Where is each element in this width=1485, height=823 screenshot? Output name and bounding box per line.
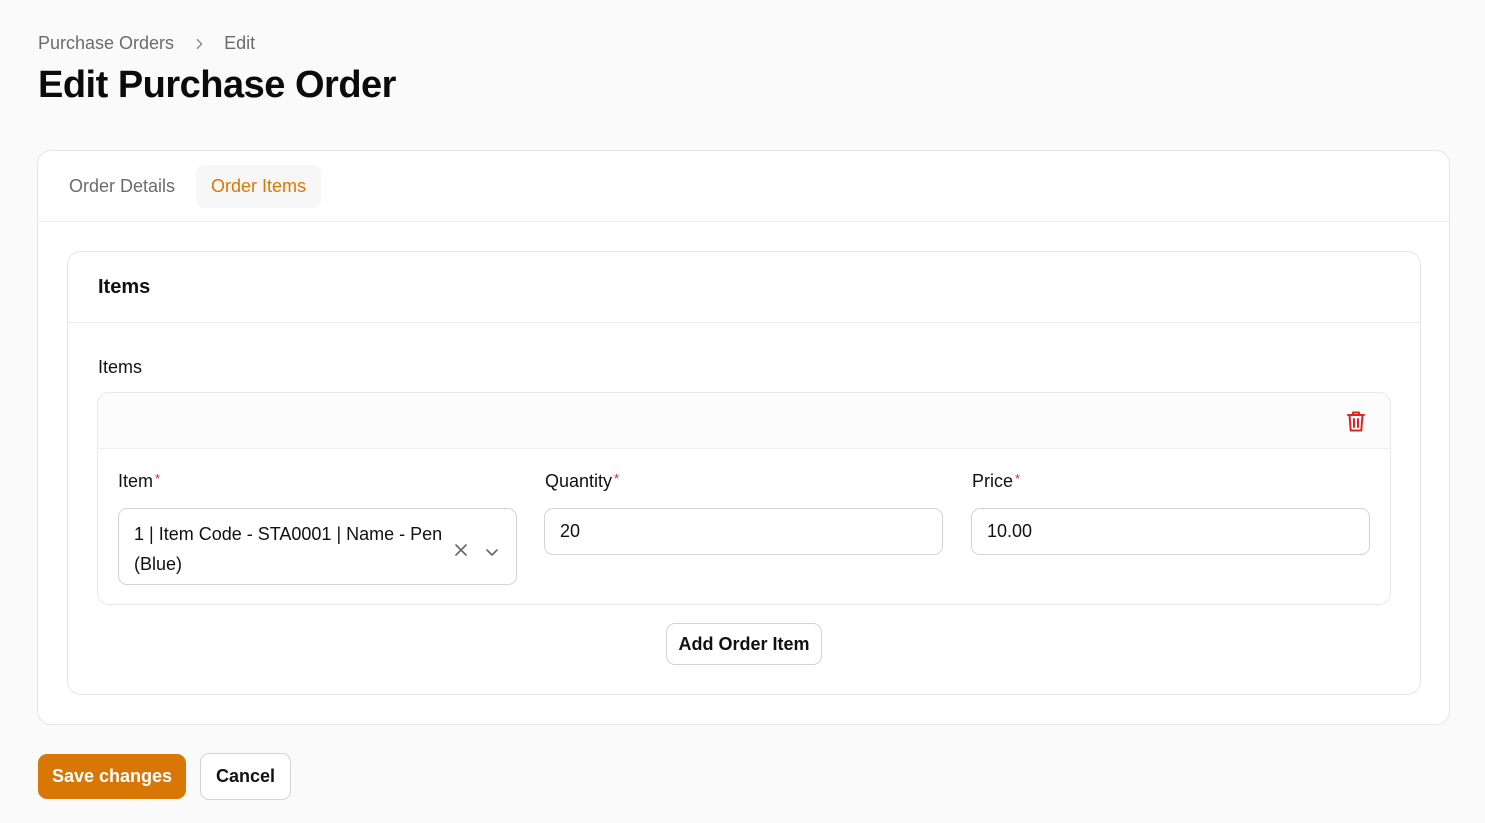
add-order-item-button[interactable]: Add Order Item (666, 623, 822, 665)
quantity-label: Quantity * (545, 471, 620, 491)
breadcrumb-link-purchase-orders[interactable]: Purchase Orders (38, 33, 174, 54)
price-label: Price * (972, 471, 1021, 491)
tab-order-items[interactable]: Order Items (196, 164, 322, 208)
items-field-label: Items (98, 357, 143, 377)
chevron-right-icon (192, 37, 206, 51)
price-value: 10.00 (987, 521, 1033, 541)
required-marker: * (1015, 471, 1021, 486)
form-card: Order Details Order Items Items Items It… (37, 150, 1450, 725)
item-label: Item * (118, 471, 161, 491)
item-field: Item * (118, 471, 160, 492)
required-marker: * (614, 471, 620, 486)
section-title: Items (68, 252, 1420, 323)
order-item-repeater: Item * 1 | Item Code - STA0001 | Name - P… (97, 392, 1391, 605)
tab-order-details[interactable]: Order Details (54, 165, 190, 208)
save-changes-button[interactable]: Save changes (38, 754, 186, 799)
page-title: Edit Purchase Order (38, 64, 396, 106)
cancel-button[interactable]: Cancel (200, 753, 291, 800)
required-marker: * (155, 471, 161, 486)
quantity-value: 20 (560, 521, 581, 541)
breadcrumb-current: Edit (224, 33, 256, 53)
price-input[interactable]: 10.00 (971, 508, 1370, 555)
tab-bar: Order Details Order Items (38, 151, 1449, 222)
order-item-fields: Item * 1 | Item Code - STA0001 | Name - P… (118, 471, 1370, 591)
item-select[interactable]: 1 | Item Code - STA0001 | Name - Pen (Bl… (118, 508, 517, 585)
chevron-down-icon[interactable] (484, 539, 500, 556)
page: Purchase Orders Edit Edit Purchase Order… (0, 0, 1485, 823)
breadcrumb: Purchase Orders Edit (38, 33, 255, 54)
quantity-input[interactable]: 20 (544, 508, 943, 555)
price-field: Price * (972, 471, 1020, 492)
item-select-value: 1 | Item Code - STA0001 | Name - Pen (Bl… (134, 524, 443, 574)
quantity-field: Quantity * (545, 471, 619, 492)
close-icon[interactable] (453, 537, 469, 556)
trash-icon[interactable] (1344, 408, 1368, 434)
items-section: Items Items Item * 1 | Item Code - STA00… (67, 251, 1421, 695)
repeater-item-header (98, 393, 1390, 449)
